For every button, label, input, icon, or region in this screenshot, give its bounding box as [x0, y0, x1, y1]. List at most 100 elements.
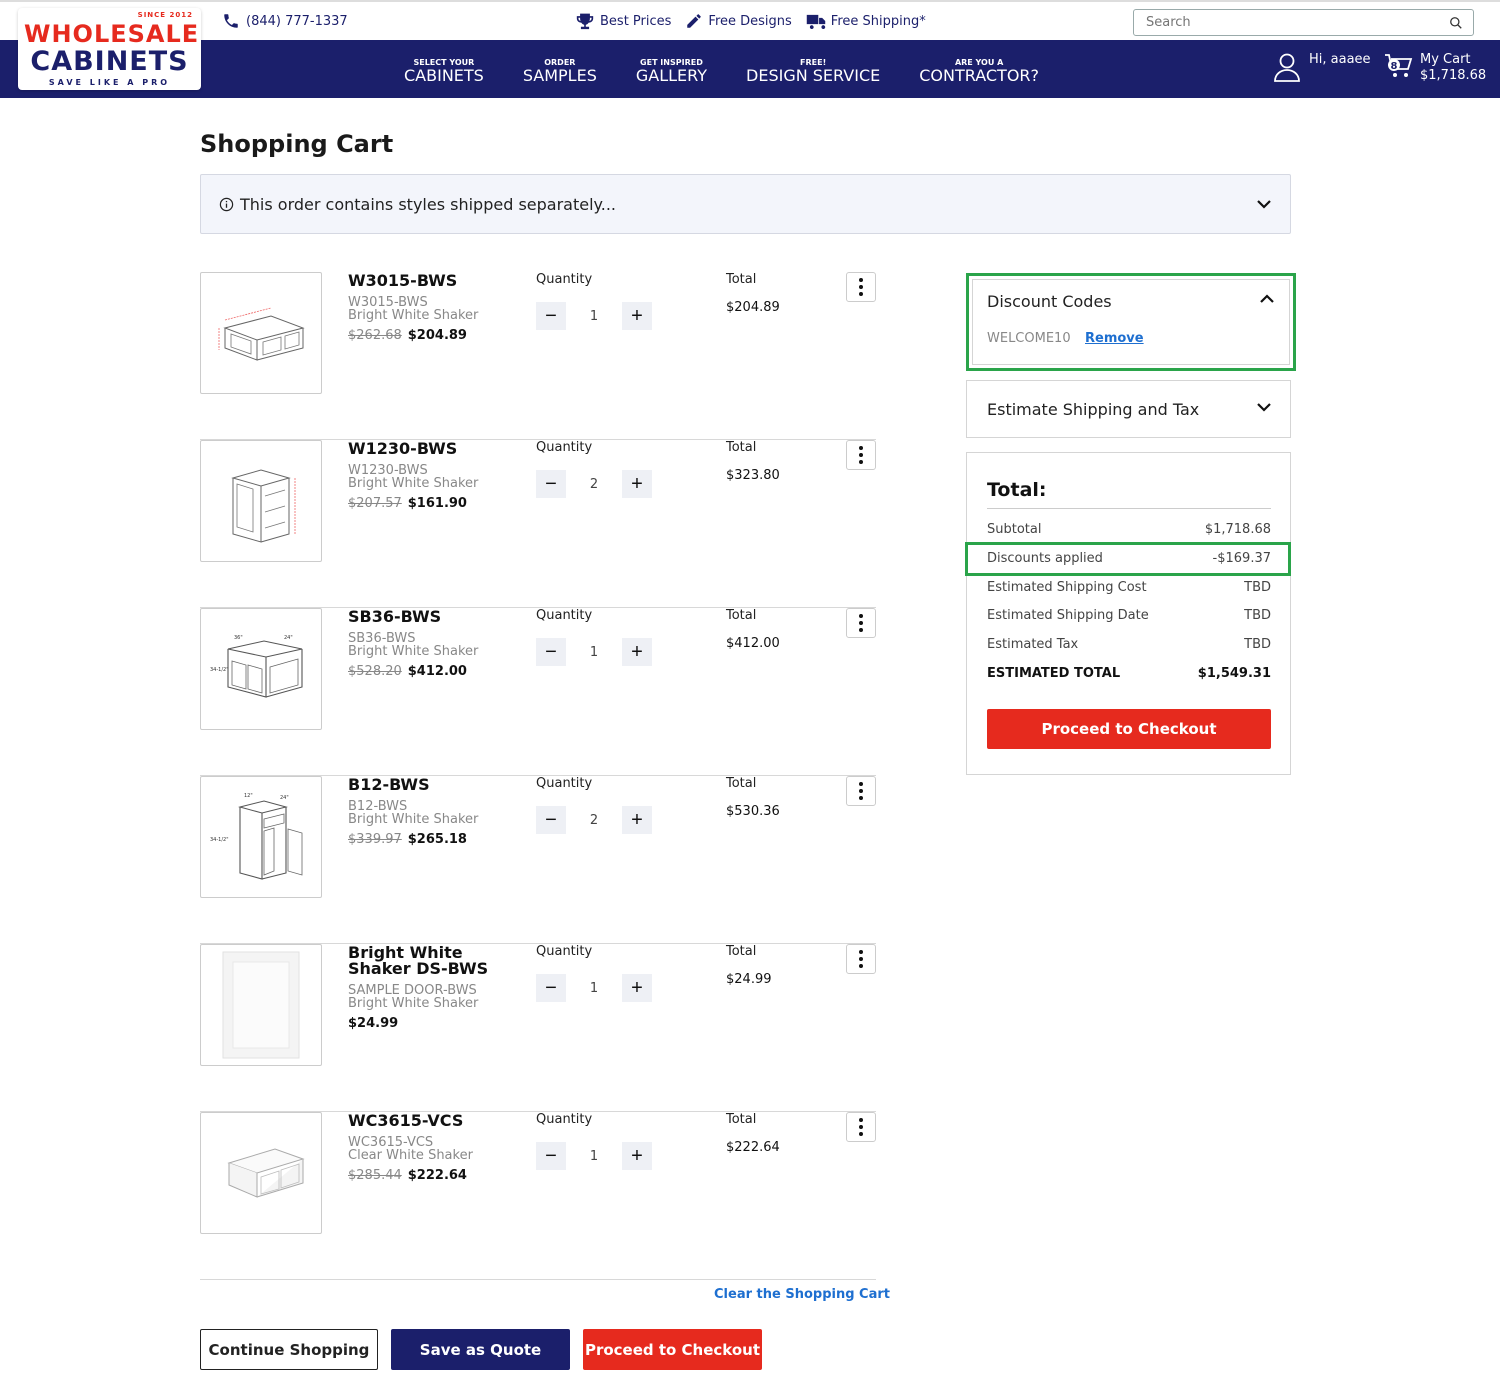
nav-label: CABINETS — [404, 65, 484, 85]
quantity-value[interactable]: 1 — [566, 645, 622, 660]
chevron-down-icon[interactable] — [1256, 199, 1272, 209]
summary-row-shipping-cost: Estimated Shipping Cost TBD — [987, 580, 1271, 595]
decrease-qty-button[interactable]: − — [536, 974, 566, 1002]
cart-item: W1230-BWS W1230-BWS Bright White Shaker … — [200, 440, 876, 608]
total-label: Total — [726, 272, 757, 287]
user-icon — [1274, 53, 1300, 82]
phone-icon — [224, 14, 238, 28]
item-old-price: $528.20 — [348, 664, 402, 679]
nav-label: DESIGN SERVICE — [746, 65, 881, 85]
item-name[interactable]: B12-BWS — [348, 777, 528, 793]
chevron-down-icon[interactable] — [1256, 402, 1272, 412]
cart-text: My Cart $1,718.68 — [1420, 52, 1486, 84]
promo-label: Free Shipping* — [830, 13, 926, 29]
decrease-qty-button[interactable]: − — [536, 470, 566, 498]
quantity-label: Quantity — [536, 944, 593, 959]
remove-discount-link[interactable]: Remove — [1085, 331, 1144, 346]
summary-label: Estimated Tax — [987, 637, 1079, 652]
quantity-value[interactable]: 1 — [566, 1149, 622, 1164]
item-name[interactable]: Bright White Shaker DS-BWS — [348, 945, 528, 977]
search-box[interactable] — [1133, 9, 1474, 36]
increase-qty-button[interactable]: + — [622, 806, 652, 834]
promo-best-prices[interactable]: Best Prices — [575, 12, 671, 30]
decrease-qty-button[interactable]: − — [536, 1142, 566, 1170]
site-logo[interactable]: SINCE 2012 WHOLESALE CABINETS SAVE LIKE … — [18, 8, 201, 90]
summary-value: $1,718.68 — [1204, 522, 1271, 537]
item-name[interactable]: W3015-BWS — [348, 273, 528, 289]
quantity-value[interactable]: 1 — [566, 981, 622, 996]
nav-design-service[interactable]: FREE! DESIGN SERVICE — [746, 40, 880, 98]
increase-qty-button[interactable]: + — [622, 974, 652, 1002]
item-menu-button[interactable] — [846, 608, 876, 638]
decrease-qty-button[interactable]: − — [536, 806, 566, 834]
user-greeting: Hi, aaaee — [1309, 52, 1371, 67]
continue-shopping-button[interactable]: Continue Shopping — [200, 1329, 378, 1370]
item-total: Total $204.89 — [726, 272, 780, 315]
item-menu-button[interactable] — [846, 1112, 876, 1142]
item-menu-button[interactable] — [846, 440, 876, 470]
save-quote-button[interactable]: Save as Quote — [391, 1329, 570, 1370]
phone-link[interactable]: (844) 777-1337 — [222, 12, 348, 30]
summary-label: Estimated Shipping Date — [987, 608, 1149, 623]
account-link[interactable]: Hi, aaaee — [1273, 52, 1371, 82]
item-menu-button[interactable] — [846, 272, 876, 302]
checkout-button[interactable]: Proceed to Checkout — [583, 1329, 762, 1370]
item-style: Bright White Shaker — [348, 644, 479, 659]
item-menu-button[interactable] — [846, 776, 876, 806]
item-prices: $285.44 $222.64 — [348, 1168, 528, 1183]
cart-amount: $1,718.68 — [1420, 68, 1487, 83]
base-cabinet-image: 34-1/2" 12" 24" — [210, 793, 303, 880]
increase-qty-button[interactable]: + — [622, 470, 652, 498]
estimate-shipping-panel[interactable]: Estimate Shipping and Tax — [966, 380, 1291, 438]
phone-number: (844) 777-1337 — [246, 13, 348, 29]
sample-door-image — [222, 951, 300, 1059]
order-summary: Total: Subtotal $1,718.68 Discounts appli… — [966, 452, 1291, 775]
increase-qty-button[interactable]: + — [622, 638, 652, 666]
item-name[interactable]: WC3615-VCS — [348, 1113, 528, 1129]
item-price: $222.64 — [407, 1168, 467, 1183]
discount-title[interactable]: Discount Codes — [987, 292, 1112, 311]
nav-gallery[interactable]: GET INSPIRED GALLERY — [636, 40, 707, 98]
nav-contractor[interactable]: ARE YOU A CONTRACTOR? — [919, 40, 1039, 98]
logo-since: SINCE 2012 — [137, 11, 193, 19]
item-name[interactable]: W1230-BWS — [348, 441, 528, 457]
decrease-qty-button[interactable]: − — [536, 302, 566, 330]
shipping-notice[interactable]: This order contains styles shipped separ… — [200, 174, 1291, 234]
summary-checkout-button[interactable]: Proceed to Checkout — [987, 709, 1271, 749]
item-price: $204.89 — [407, 328, 467, 343]
summary-row-subtotal: Subtotal $1,718.68 — [987, 522, 1271, 537]
promo-free-designs[interactable]: Free Designs — [685, 12, 792, 30]
quantity-value[interactable]: 1 — [566, 309, 622, 324]
decrease-qty-button[interactable]: − — [536, 638, 566, 666]
promo-free-shipping[interactable]: Free Shipping* — [806, 12, 926, 30]
product-image[interactable] — [200, 1112, 322, 1234]
quantity-label: Quantity — [536, 776, 593, 791]
clear-cart-link[interactable]: Clear the Shopping Cart — [714, 1287, 890, 1302]
nav-cabinets[interactable]: SELECT YOUR CABINETS — [404, 40, 484, 98]
quantity-value[interactable]: 2 — [566, 477, 622, 492]
product-image[interactable] — [200, 944, 322, 1066]
product-image[interactable]: 34-1/2" 36" 24" — [200, 608, 322, 730]
increase-qty-button[interactable]: + — [622, 302, 652, 330]
item-total: Total $323.80 — [726, 440, 780, 483]
nav-samples[interactable]: ORDER SAMPLES — [523, 40, 597, 98]
search-input[interactable] — [1146, 15, 1449, 30]
chevron-up-icon[interactable] — [1259, 294, 1275, 304]
info-icon — [219, 197, 234, 211]
product-image[interactable]: 34-1/2" 12" 24" — [200, 776, 322, 898]
quantity-stepper: − 1 + — [536, 974, 652, 1002]
logo-tagline: SAVE LIKE A PRO — [48, 78, 171, 87]
item-total: Total $530.36 — [726, 776, 780, 819]
item-menu-button[interactable] — [846, 944, 876, 974]
increase-qty-button[interactable]: + — [622, 1142, 652, 1170]
quantity-label: Quantity — [536, 440, 593, 455]
cart-item: W3015-BWS W3015-BWS Bright White Shaker … — [200, 272, 876, 440]
quantity-value[interactable]: 2 — [566, 813, 622, 828]
search-icon[interactable] — [1449, 16, 1463, 30]
mini-cart[interactable]: 8 My Cart $1,718.68 — [1384, 52, 1486, 84]
item-name[interactable]: SB36-BWS — [348, 609, 528, 625]
product-image[interactable] — [200, 272, 322, 394]
item-info: B12-BWS B12-BWS Bright White Shaker $339… — [348, 776, 528, 848]
product-image[interactable] — [200, 440, 322, 562]
cart-item: 34-1/2" 36" 24" SB36-BWS SB36-BWS Bright W… — [200, 608, 876, 776]
